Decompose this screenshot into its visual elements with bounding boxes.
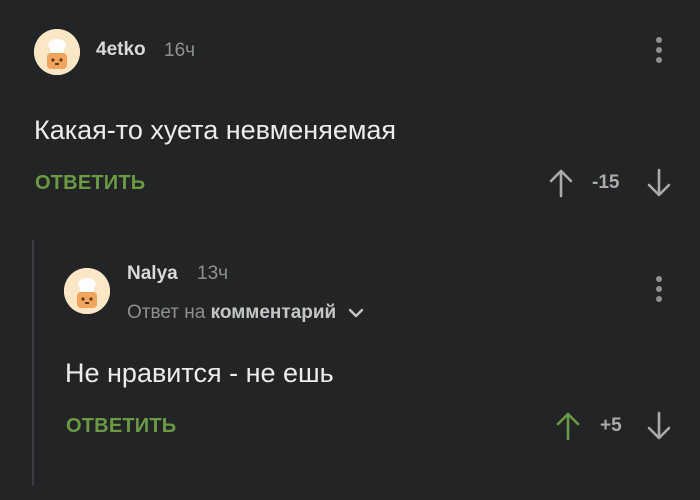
reply-to-target[interactable]: комментарий [211, 302, 337, 323]
arrow-up-icon[interactable] [556, 411, 580, 441]
vote-score: +5 [600, 415, 622, 436]
username[interactable]: Nalya [127, 263, 178, 285]
reply-to-prefix: Ответ на [127, 302, 206, 323]
chef-cat-avatar-icon [64, 268, 110, 314]
avatar[interactable] [64, 268, 110, 314]
reply-to-link[interactable]: Ответ на комментарий [127, 302, 364, 324]
reply-button[interactable]: ОТВЕТИТЬ [35, 172, 145, 195]
arrow-down-icon[interactable] [647, 168, 671, 198]
more-vertical-icon[interactable] [655, 276, 663, 304]
thread-line[interactable] [32, 240, 34, 486]
chef-cat-avatar-icon [34, 29, 80, 75]
arrow-up-icon[interactable] [549, 168, 573, 198]
avatar[interactable] [34, 29, 80, 75]
username[interactable]: 4etko [96, 39, 146, 61]
more-vertical-icon[interactable] [655, 37, 663, 65]
comment-time: 13ч [197, 263, 229, 284]
comment-text: Какая-то хуета невменяемая [34, 115, 397, 145]
vote-score: -15 [592, 172, 620, 193]
arrow-down-icon[interactable] [647, 411, 671, 441]
comments-page: 4etko 16ч Какая-то хуета невменяемая ОТВ… [0, 0, 700, 500]
chevron-down-icon[interactable] [348, 307, 364, 319]
reply-button[interactable]: ОТВЕТИТЬ [66, 415, 176, 438]
comment-time: 16ч [164, 40, 196, 61]
comment-text: Не нравится - не ешь [65, 358, 334, 388]
